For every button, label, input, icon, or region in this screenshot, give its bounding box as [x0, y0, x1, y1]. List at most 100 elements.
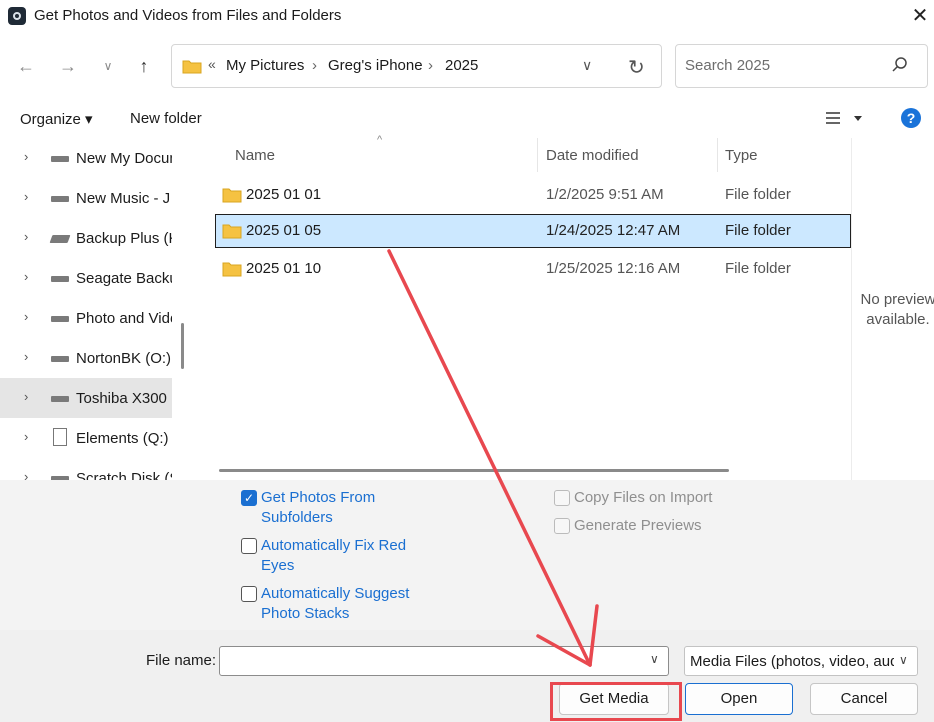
expand-chevron-icon[interactable]: ›	[24, 309, 28, 324]
option-label: Generate Previews	[574, 517, 702, 534]
new-folder-button[interactable]: New folder	[130, 110, 202, 127]
navigation-pane[interactable]: › New My Documents › New Music - J › Bac…	[0, 138, 172, 480]
file-date: 1/2/2025 9:51 AM	[546, 186, 664, 203]
checkbox-checked[interactable]: ✓	[241, 490, 257, 506]
file-type: File folder	[725, 222, 791, 239]
nav-item-label: Elements (Q:)	[76, 430, 169, 447]
address-bar[interactable]: « My Pictures › Greg's iPhone › 2025 ∨ ↻	[171, 44, 662, 88]
file-date: 1/24/2025 12:47 AM	[546, 222, 681, 239]
nav-item-label: Seagate Backup	[76, 270, 172, 287]
checkbox-disabled	[554, 490, 570, 506]
nav-item-label: New Music - J	[76, 190, 171, 207]
drive-icon	[51, 276, 69, 282]
file-date: 1/25/2025 12:16 AM	[546, 260, 681, 277]
search-input[interactable]	[685, 57, 885, 74]
horizontal-scrollbar[interactable]	[219, 469, 729, 472]
forward-arrow-icon[interactable]: →	[54, 52, 82, 80]
column-divider[interactable]	[537, 138, 538, 172]
drive-icon	[51, 156, 69, 162]
column-header-date[interactable]: Date modified	[546, 147, 639, 164]
file-row[interactable]: 2025 01 01 1/2/2025 9:51 AM File folder	[215, 178, 851, 212]
nav-item[interactable]: › NortonBK (O:)	[0, 338, 172, 378]
file-type: File folder	[725, 186, 791, 203]
breadcrumb-gregs-iphone[interactable]: Greg's iPhone	[328, 57, 423, 74]
expand-chevron-icon[interactable]: ›	[24, 389, 28, 404]
recent-locations-chevron-icon[interactable]: ∨	[94, 52, 122, 80]
annotation-highlight-box	[550, 682, 682, 721]
folder-icon	[222, 188, 242, 203]
close-icon[interactable]: ✕	[906, 2, 934, 30]
breadcrumb-separator-icon[interactable]: ›	[312, 57, 317, 74]
column-header-name[interactable]: Name	[235, 147, 275, 164]
drive-icon	[51, 396, 69, 402]
expand-chevron-icon[interactable]: ›	[24, 469, 28, 480]
address-dropdown-icon[interactable]: ∨	[582, 57, 592, 74]
file-name: 2025 01 10	[246, 260, 322, 277]
file-row[interactable]: 2025 01 10 1/25/2025 12:16 AM File folde…	[215, 252, 851, 286]
drive-icon	[51, 356, 69, 362]
window-title: Get Photos and Videos from Files and Fol…	[34, 7, 342, 24]
nav-item[interactable]: › New Music - J	[0, 178, 172, 218]
chevron-down-icon[interactable]: ∨	[650, 652, 659, 666]
nav-item[interactable]: › Photo and Video	[0, 298, 172, 338]
back-arrow-icon[interactable]: ←	[12, 52, 40, 80]
nav-item-label: Photo and Video	[76, 310, 172, 327]
breadcrumb-2025[interactable]: 2025	[445, 57, 478, 74]
option-label[interactable]: Get Photos From Subfolders	[261, 488, 431, 528]
nav-item-selected[interactable]: › Toshiba X300 1	[0, 378, 172, 418]
view-options-icon[interactable]	[822, 108, 862, 130]
expand-chevron-icon[interactable]: ›	[24, 349, 28, 364]
file-row-selected[interactable]: 2025 01 05 1/24/2025 12:47 AM File folde…	[215, 214, 851, 248]
file-name: 2025 01 01	[246, 186, 322, 203]
nav-item-label: New My Documents	[76, 150, 172, 167]
search-box[interactable]	[675, 44, 928, 88]
sort-ascending-icon: ^	[377, 134, 383, 146]
title-bar: Get Photos and Videos from Files and Fol…	[0, 0, 934, 32]
checkbox-disabled	[554, 518, 570, 534]
folder-icon	[182, 60, 202, 74]
file-name-combobox[interactable]: ∨	[219, 646, 669, 676]
expand-chevron-icon[interactable]: ›	[24, 429, 28, 444]
column-divider[interactable]	[717, 138, 718, 172]
help-icon[interactable]: ?	[901, 108, 921, 128]
option-label[interactable]: Automatically Suggest Photo Stacks	[261, 584, 431, 624]
expand-chevron-icon[interactable]: ›	[24, 189, 28, 204]
nav-item-label: NortonBK (O:)	[76, 350, 172, 367]
address-overflow-icon[interactable]: «	[208, 56, 216, 72]
nav-item[interactable]: › Backup Plus (K:)	[0, 218, 172, 258]
drive-icon	[51, 316, 69, 322]
expand-chevron-icon[interactable]: ›	[24, 269, 28, 284]
expand-chevron-icon[interactable]: ›	[24, 149, 28, 164]
nav-scrollbar[interactable]	[181, 323, 184, 369]
file-type-select[interactable]: Media Files (photos, video, audio) ∨	[684, 646, 918, 676]
nav-item-label: Toshiba X300 1	[76, 390, 172, 407]
file-name: 2025 01 05	[246, 222, 322, 239]
column-header-type[interactable]: Type	[725, 147, 758, 164]
nav-item[interactable]: › New My Documents	[0, 138, 172, 178]
refresh-icon[interactable]: ↻	[628, 55, 645, 80]
nav-item[interactable]: › Seagate Backup	[0, 258, 172, 298]
file-list: ^ Name Date modified Type 2025 01 01 1/2…	[193, 134, 851, 480]
breadcrumb-separator-icon[interactable]: ›	[428, 57, 433, 74]
expand-chevron-icon[interactable]: ›	[24, 229, 28, 244]
organize-button[interactable]: Organize ▾	[20, 110, 93, 128]
nav-item[interactable]: › Elements (Q:)	[0, 418, 172, 458]
file-type: File folder	[725, 260, 791, 277]
preview-message: No preview available.	[860, 291, 934, 328]
checkbox[interactable]	[241, 538, 257, 554]
open-button[interactable]: Open	[685, 683, 793, 715]
checkbox[interactable]	[241, 586, 257, 602]
breadcrumb-my-pictures[interactable]: My Pictures	[226, 57, 304, 74]
search-icon[interactable]	[890, 55, 910, 75]
file-name-input[interactable]	[226, 652, 636, 669]
nav-item[interactable]: › Scratch Disk (S:)	[0, 458, 172, 480]
up-arrow-icon[interactable]: ↑	[130, 52, 158, 80]
cancel-button[interactable]: Cancel	[810, 683, 918, 715]
drive-icon	[51, 196, 69, 202]
option-label: Copy Files on Import	[574, 489, 713, 506]
drive-icon	[49, 235, 71, 243]
file-name-label: File name:	[146, 652, 217, 669]
document-icon	[53, 428, 67, 446]
option-label[interactable]: Automatically Fix Red Eyes	[261, 536, 431, 576]
chevron-down-icon[interactable]: ∨	[899, 653, 908, 667]
